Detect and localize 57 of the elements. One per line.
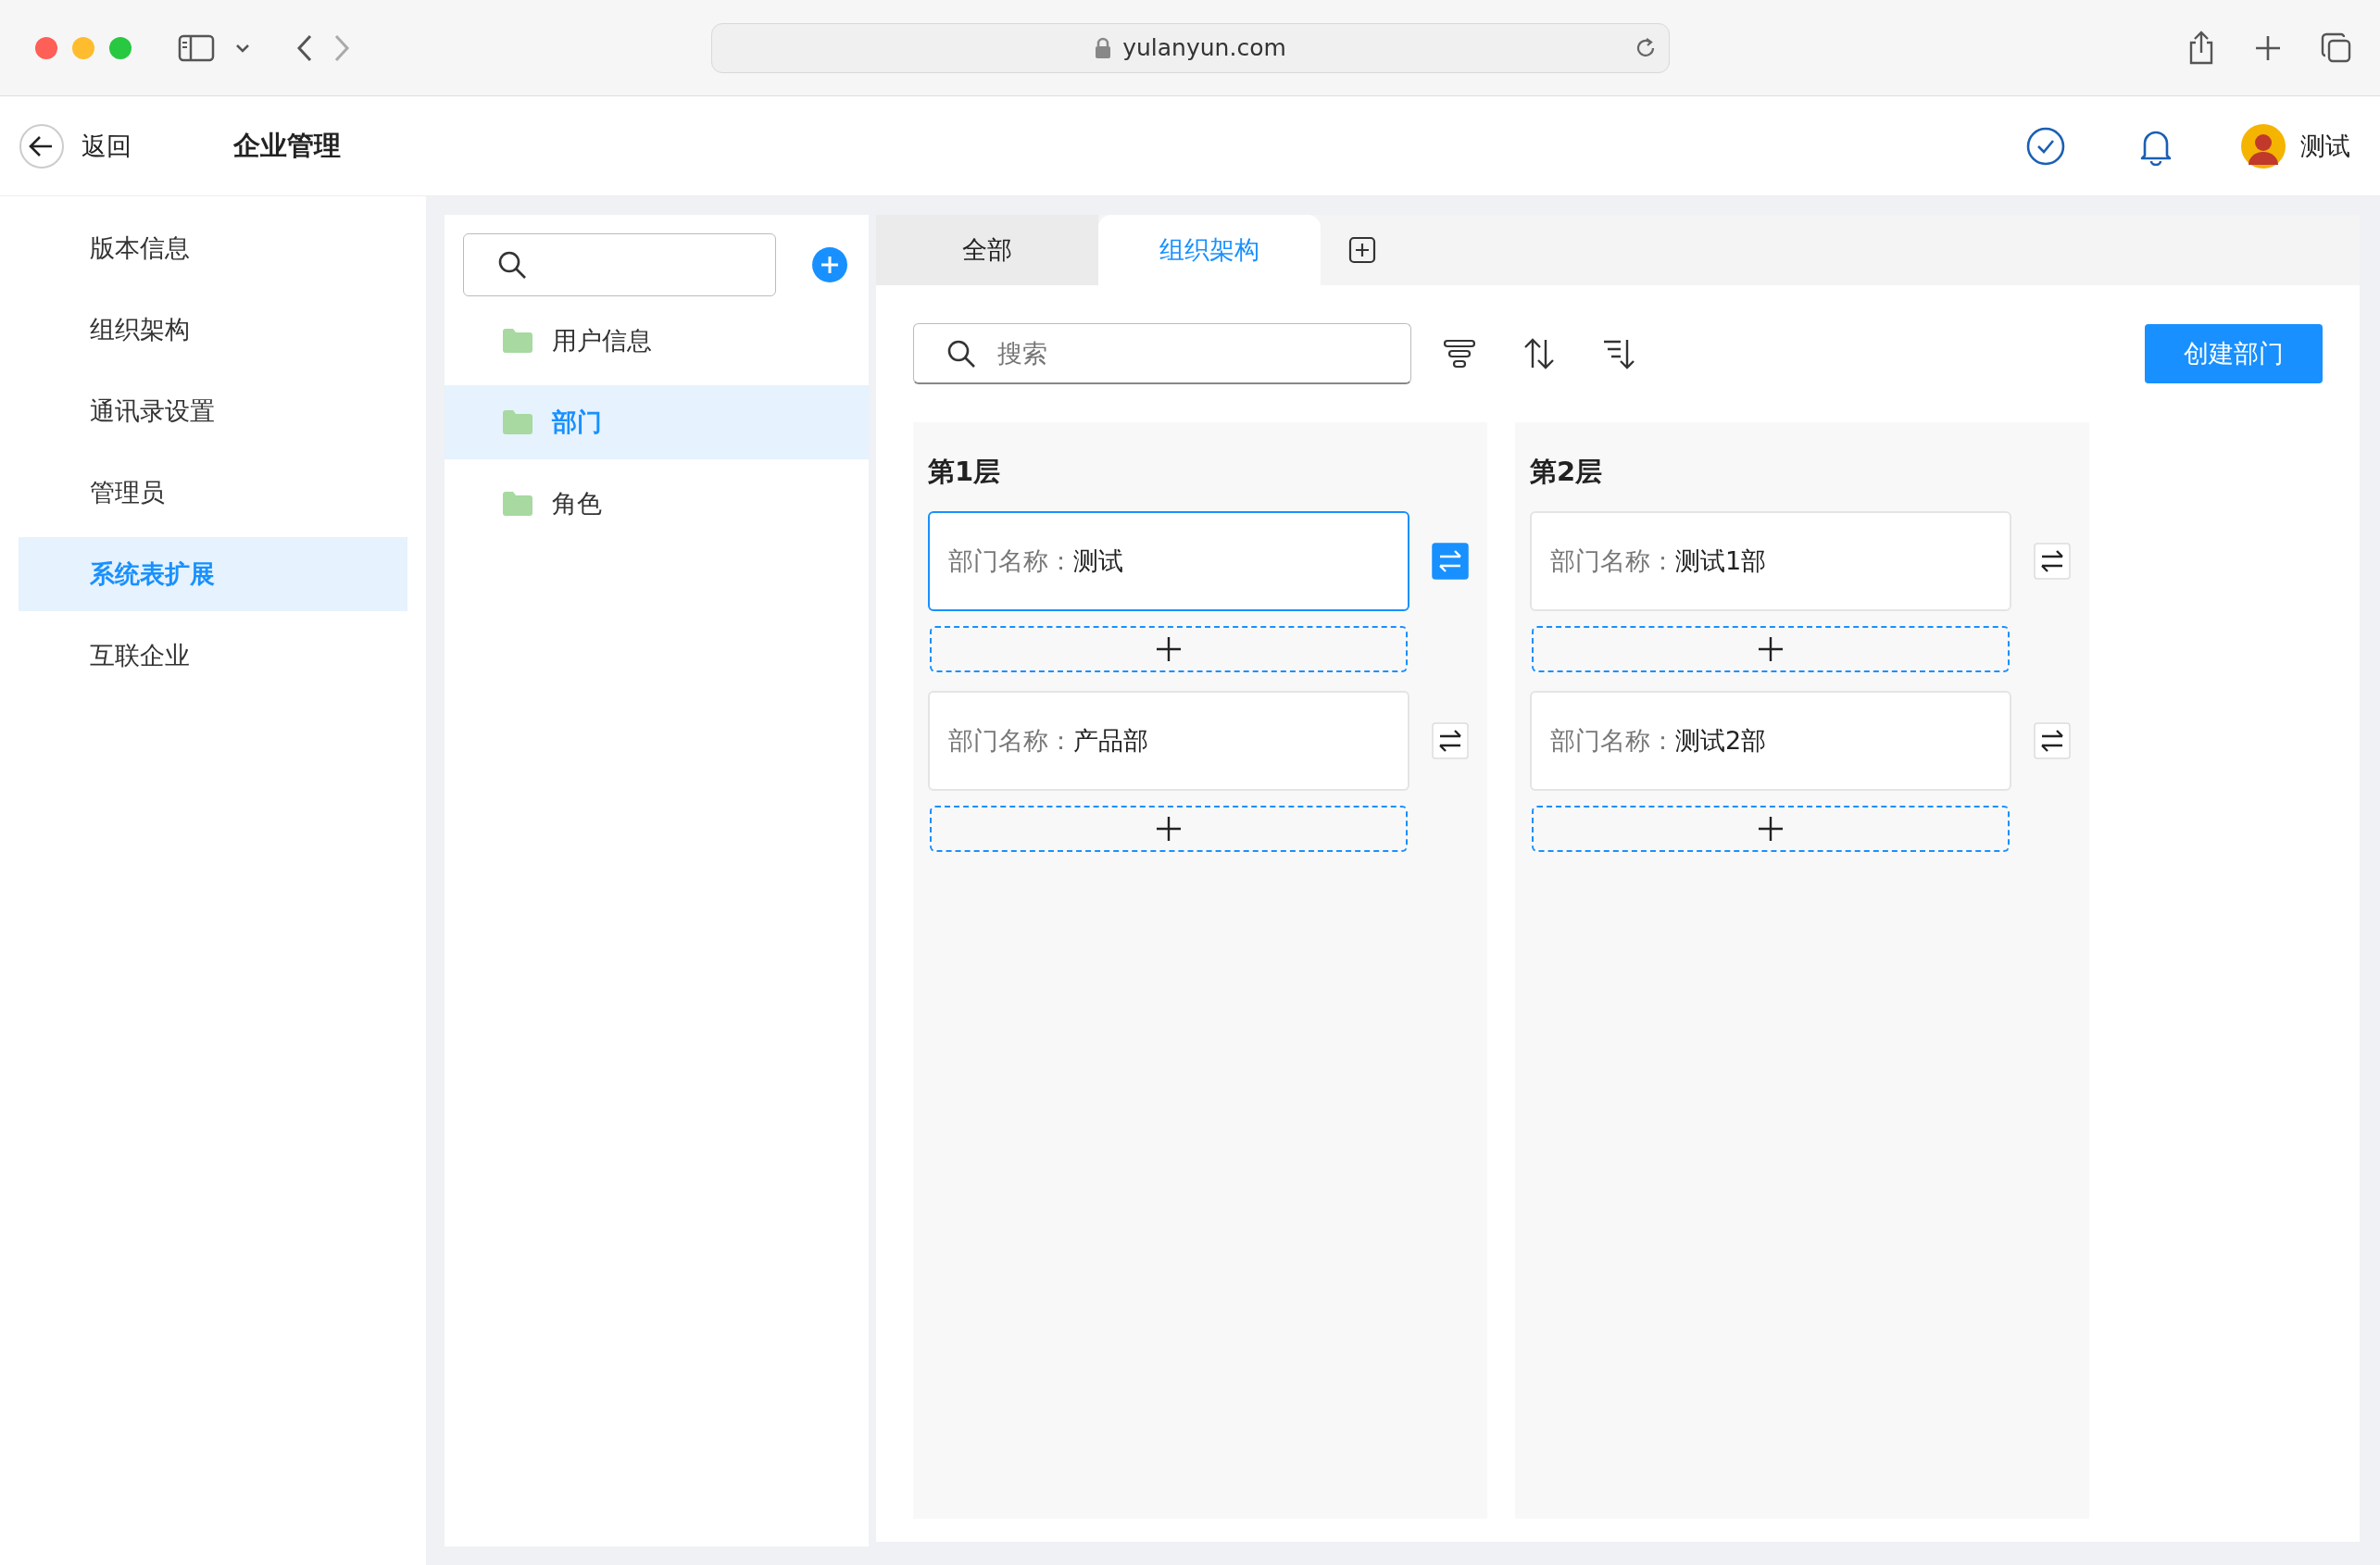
plus-icon (1155, 635, 1183, 663)
plus-icon (1155, 815, 1183, 843)
sidebar-item[interactable]: 互联企业 (19, 619, 407, 693)
add-department-button[interactable] (930, 806, 1408, 852)
filter-icon[interactable] (1443, 337, 1476, 370)
sidebar-toggle-icon[interactable] (178, 33, 215, 62)
add-tab-icon[interactable] (1348, 236, 1376, 264)
sort-icon[interactable] (1522, 337, 1556, 370)
level-title: 第2层 (1530, 455, 1604, 489)
check-circle-icon[interactable] (2026, 126, 2065, 166)
new-tab-icon[interactable] (2254, 33, 2282, 62)
department-label: 部门名称： (1550, 545, 1675, 577)
plus-icon (1757, 815, 1785, 843)
department-label: 部门名称： (948, 545, 1073, 577)
department-name: 产品部 (1073, 725, 1148, 757)
department-label: 部门名称： (1550, 725, 1675, 757)
user-name[interactable]: 测试 (2300, 129, 2350, 163)
back-link[interactable]: 返回 (81, 129, 132, 163)
add-department-button[interactable] (1532, 626, 2010, 672)
department-label: 部门名称： (948, 725, 1073, 757)
department-card[interactable]: 部门名称：产品部 (928, 691, 1409, 791)
tabs-overview-icon[interactable] (2321, 31, 2352, 64)
tab[interactable]: 全部 (876, 215, 1098, 285)
url-text: yulanyun.com (1122, 34, 1286, 61)
avatar-icon[interactable] (2241, 123, 2286, 169)
page-title: 企业管理 (233, 128, 341, 163)
department-name: 测试2部 (1675, 725, 1767, 757)
address-bar[interactable]: yulanyun.com (711, 22, 1670, 73)
search-field[interactable] (463, 233, 776, 296)
department-card[interactable]: 部门名称：测试2部 (1530, 691, 2011, 791)
sidebar-item[interactable]: 版本信息 (19, 211, 407, 285)
folder-item[interactable]: 用户信息 (445, 304, 869, 378)
add-department-button[interactable] (930, 626, 1408, 672)
folder-icon (502, 491, 533, 517)
search-icon (946, 339, 976, 369)
folder-item[interactable]: 角色 (445, 467, 869, 541)
back-icon[interactable] (296, 33, 313, 62)
plus-icon (1757, 635, 1785, 663)
department-card[interactable]: 部门名称：测试 (928, 511, 1409, 611)
add-icon[interactable] (811, 246, 848, 283)
sidebar-item[interactable]: 通讯录设置 (19, 374, 407, 448)
sort-descending-icon[interactable] (1602, 337, 1635, 370)
chevron-down-icon[interactable] (235, 43, 250, 53)
department-name: 测试1部 (1675, 545, 1767, 577)
department-card[interactable]: 部门名称：测试1部 (1530, 511, 2011, 611)
sidebar-item[interactable]: 组织架构 (19, 293, 407, 367)
lock-icon (1095, 36, 1112, 59)
close-window-button[interactable] (35, 36, 57, 59)
folder-icon (502, 328, 533, 354)
search-field[interactable]: 搜索 (913, 323, 1411, 384)
add-department-button[interactable] (1532, 806, 2010, 852)
level-title: 第1层 (928, 455, 1002, 489)
share-icon[interactable] (2187, 30, 2215, 66)
search-icon (497, 250, 527, 280)
sidebar-item[interactable]: 管理员 (19, 456, 407, 530)
department-name: 测试 (1073, 545, 1123, 577)
folder-icon (502, 409, 533, 435)
